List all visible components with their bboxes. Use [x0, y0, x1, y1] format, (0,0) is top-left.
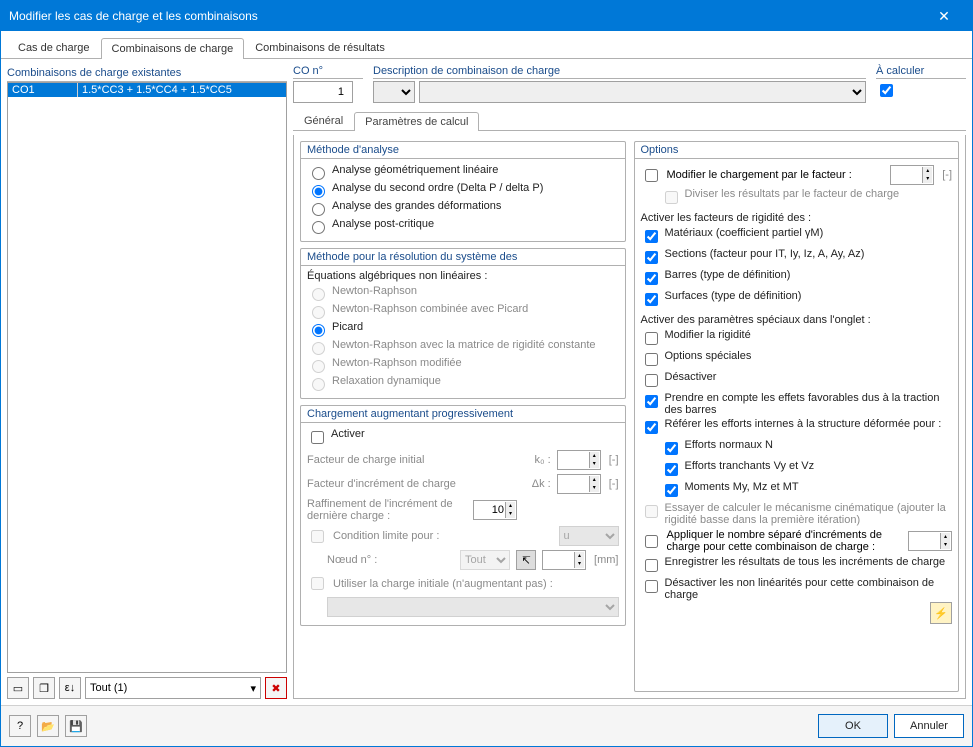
factor-input[interactable]: ▴▾	[890, 165, 934, 185]
chk-activate-incremental[interactable]: Activer	[307, 427, 619, 448]
chk-materials[interactable]: Matériaux (coefficient partiel γM)	[641, 226, 953, 247]
radio-picard[interactable]: Picard	[307, 320, 619, 338]
to-calculate-checkbox[interactable]	[880, 84, 893, 97]
co-number-label: CO n°	[293, 65, 363, 79]
chk-members[interactable]: Barres (type de définition)	[641, 268, 953, 289]
left-header: Combinaisons de charge existantes	[7, 65, 287, 82]
left-pane: Combinaisons de charge existantes CO1 1.…	[7, 65, 287, 699]
stiffness-header: Activer les facteurs de rigidité des :	[641, 212, 953, 224]
filter-select[interactable]: Tout (1)▾	[85, 677, 261, 699]
copy-icon[interactable]: ❐	[33, 677, 55, 699]
save-icon[interactable]: 💾	[65, 715, 87, 737]
top-fields: CO n° Description de combinaison de char…	[293, 65, 966, 103]
chk-use-initial	[311, 577, 324, 590]
node-value-input: ▴▾	[542, 550, 586, 570]
chk-shear-forces[interactable]: Efforts tranchants Vy et Vz	[641, 459, 953, 480]
initial-load-select	[327, 597, 619, 617]
radio-large-deform[interactable]: Analyse des grandes déformations	[307, 199, 619, 217]
dk-input: ▴▾	[557, 474, 601, 494]
increments-input[interactable]: ▴▾	[908, 531, 952, 551]
description-label: Description de combinaison de charge	[373, 65, 866, 79]
analysis-method-header: Méthode d'analyse	[301, 142, 625, 159]
footer: ? 📂 💾 OK Annuler	[1, 705, 972, 746]
table-row[interactable]: CO1 1.5*CC3 + 1.5*CC4 + 1.5*CC5	[8, 83, 286, 97]
radio-dyn-relax: Relaxation dynamique	[307, 374, 619, 392]
chk-sections[interactable]: Sections (facteur pour IT, Iy, Iz, A, Ay…	[641, 247, 953, 268]
subtab-general[interactable]: Général	[293, 111, 354, 130]
options-section: Options Modifier le chargement par le fa…	[634, 141, 960, 692]
combination-grid[interactable]: CO1 1.5*CC3 + 1.5*CC4 + 1.5*CC5	[7, 82, 287, 673]
delete-icon[interactable]: ✖	[265, 677, 287, 699]
tab-load-combinations[interactable]: Combinaisons de charge	[101, 38, 245, 59]
dialog-window: Modifier les cas de charge et les combin…	[0, 0, 973, 747]
pick-icon: ↸	[516, 550, 536, 570]
tab-result-combinations[interactable]: Combinaisons de résultats	[244, 37, 396, 58]
solver-header: Méthode pour la résolution du système de…	[301, 249, 625, 266]
solver-subheader: Équations algébriques non linéaires :	[307, 270, 619, 282]
radio-nr-const: Newton-Raphson avec la matrice de rigidi…	[307, 338, 619, 356]
options-header: Options	[635, 142, 959, 159]
radio-nr-mod: Newton-Raphson modifiée	[307, 356, 619, 374]
chk-deactivate-nl[interactable]: Désactiver les non linéarités pour cette…	[641, 576, 953, 602]
right-column: Options Modifier le chargement par le fa…	[634, 141, 960, 692]
chk-limit-condition	[311, 530, 324, 543]
row-desc: 1.5*CC3 + 1.5*CC4 + 1.5*CC5	[78, 83, 286, 97]
chk-save-results[interactable]: Enregistrer les résultats de tous les in…	[641, 555, 953, 576]
main-tabs: Cas de charge Combinaisons de charge Com…	[1, 31, 972, 59]
help-icon[interactable]: ?	[9, 715, 31, 737]
incremental-loading-section: Chargement augmentant progressivement Ac…	[300, 405, 626, 626]
solver-method-section: Méthode pour la résolution du système de…	[300, 248, 626, 399]
refinement-input[interactable]: 10▴▾	[473, 500, 517, 520]
left-toolbar: ▭ ❐ ε↓ Tout (1)▾ ✖	[7, 673, 287, 699]
radio-post-critical[interactable]: Analyse post-critique	[307, 217, 619, 235]
left-column: Méthode d'analyse Analyse géométriquemen…	[300, 141, 626, 692]
radio-newton-raphson: Newton-Raphson	[307, 284, 619, 302]
chk-kinematic: Essayer de calculer le mécanisme cinémat…	[641, 501, 953, 527]
chk-refer-internal-forces[interactable]: Référer les efforts internes à la struct…	[641, 417, 953, 438]
chk-modify-factor[interactable]	[645, 169, 658, 182]
type-select[interactable]	[373, 81, 415, 103]
row-id: CO1	[8, 83, 78, 97]
chk-favorable-effects[interactable]: Prendre en compte les effets favorables …	[641, 391, 953, 417]
right-pane: CO n° Description de combinaison de char…	[293, 65, 966, 699]
chk-separate-increments[interactable]	[645, 535, 658, 548]
chk-modify-stiffness[interactable]: Modifier la rigidité	[641, 328, 953, 349]
chk-moments[interactable]: Moments My, Mz et MT	[641, 480, 953, 501]
bolt-icon[interactable]: ⚡	[930, 602, 952, 624]
node-select: Tout	[460, 550, 510, 570]
incremental-header: Chargement augmentant progressivement	[301, 406, 625, 423]
close-icon[interactable]: ✕	[924, 8, 964, 25]
k0-input: ▴▾	[557, 450, 601, 470]
new-icon[interactable]: ▭	[7, 677, 29, 699]
cancel-button[interactable]: Annuler	[894, 714, 964, 738]
chk-divide-results: Diviser les résultats par le facteur de …	[641, 187, 953, 208]
chk-surfaces[interactable]: Surfaces (type de définition)	[641, 289, 953, 310]
limit-select: u	[559, 526, 619, 546]
chk-special-options[interactable]: Options spéciales	[641, 349, 953, 370]
panel-body: Méthode d'analyse Analyse géométriquemen…	[293, 135, 966, 699]
sub-tabs: Général Paramètres de calcul	[293, 111, 966, 131]
co-number-input[interactable]	[293, 81, 353, 103]
content: Combinaisons de charge existantes CO1 1.…	[1, 59, 972, 705]
chk-normal-forces[interactable]: Efforts normaux N	[641, 438, 953, 459]
to-calculate-label: À calculer	[876, 65, 966, 79]
ok-button[interactable]: OK	[818, 714, 888, 738]
radio-second-order[interactable]: Analyse du second ordre (Delta P / delta…	[307, 181, 619, 199]
radio-nr-picard: Newton-Raphson combinée avec Picard	[307, 302, 619, 320]
tab-load-cases[interactable]: Cas de charge	[7, 37, 101, 58]
description-input[interactable]	[419, 81, 866, 103]
subtab-calc-params[interactable]: Paramètres de calcul	[354, 112, 479, 131]
open-icon[interactable]: 📂	[37, 715, 59, 737]
titlebar: Modifier les cas de charge et les combin…	[1, 1, 972, 31]
sort-icon[interactable]: ε↓	[59, 677, 81, 699]
chk-deactivate[interactable]: Désactiver	[641, 370, 953, 391]
special-header: Activer des paramètres spéciaux dans l'o…	[641, 314, 953, 326]
radio-geom-linear[interactable]: Analyse géométriquement linéaire	[307, 163, 619, 181]
window-title: Modifier les cas de charge et les combin…	[9, 9, 924, 23]
analysis-method-section: Méthode d'analyse Analyse géométriquemen…	[300, 141, 626, 242]
